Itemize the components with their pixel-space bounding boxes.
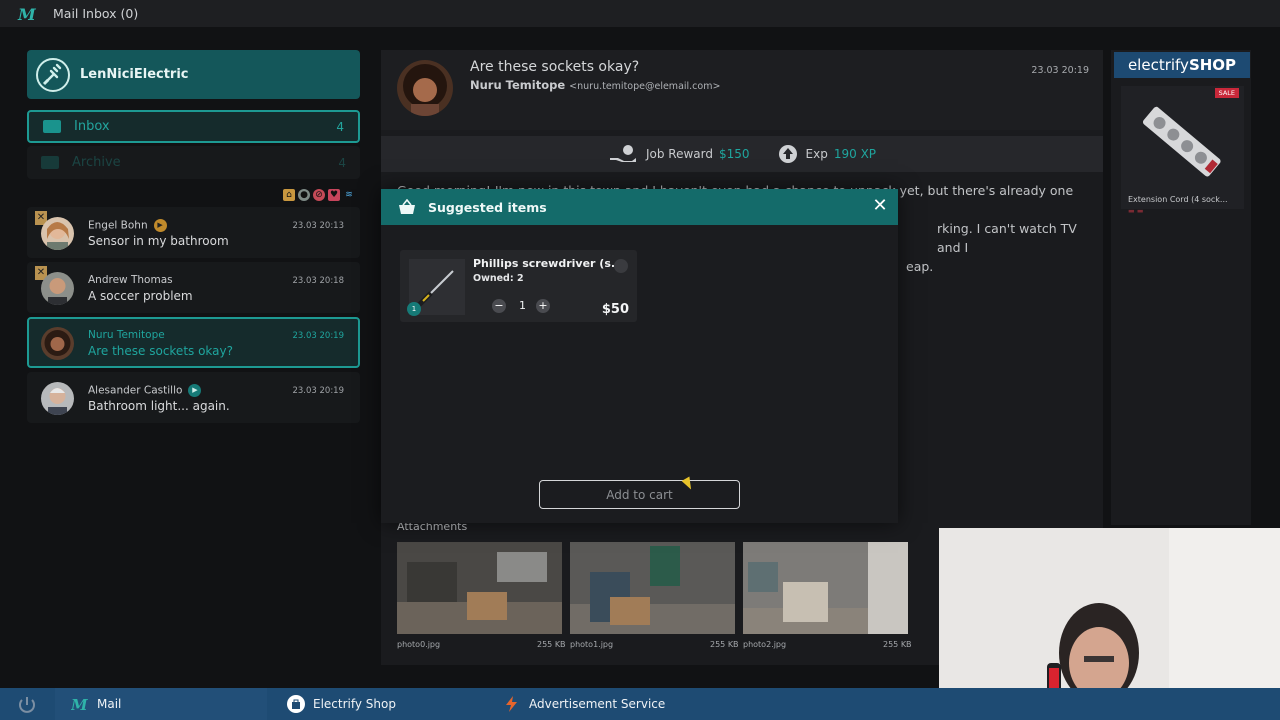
exp-reward: Exp 190 XP [778, 143, 876, 165]
wifi-filter-icon[interactable]: ≋ [343, 189, 355, 201]
mail-list-item[interactable]: ✕ Engel Bohn ▶ Sensor in my bathroom 23.0… [27, 207, 360, 258]
heart-filter-icon[interactable]: ♥ [328, 189, 340, 201]
avatar [41, 272, 74, 305]
attachment-thumbnail[interactable] [397, 542, 562, 634]
taskbar-label: Electrify Shop [313, 697, 396, 711]
item-price: $50 [601, 302, 629, 317]
select-checkbox[interactable] [614, 259, 628, 273]
shop-ad-panel: electrifySHOP SALE Extension Cord (4 soc… [1111, 50, 1251, 525]
window-title: Mail Inbox (0) [53, 6, 139, 21]
attachment-size: 255 KB [537, 640, 566, 649]
modal-title: Suggested items [428, 199, 547, 215]
mail-date: 23.03 20:19 [292, 331, 344, 341]
attachment-name: photo2.jpg [743, 640, 787, 649]
shop-product-card[interactable]: SALE [1121, 86, 1244, 209]
mail-list-item[interactable]: ✕ Andrew Thomas A soccer problem 23.03 2… [27, 262, 360, 313]
attachment-name: photo0.jpg [397, 640, 441, 649]
attachment-thumbnail[interactable] [570, 542, 735, 634]
increase-quantity-button[interactable]: + [536, 299, 550, 313]
reward-bar: Job Reward $150 Exp 190 XP [381, 136, 1103, 172]
folder-inbox[interactable]: Inbox 4 [27, 110, 360, 143]
taskbar-electrify-shop[interactable]: Electrify Shop [287, 688, 396, 720]
svg-text:M: M [17, 5, 37, 23]
mail-list-item-selected[interactable]: Nuru Temitope Are these sockets okay? 23… [27, 317, 360, 368]
taskbar-advertisement-service[interactable]: Advertisement Service [503, 688, 665, 720]
title-bar: M Mail Inbox (0) [0, 0, 1280, 27]
mail-sender: Alesander Castillo ▶ [88, 384, 202, 397]
item-owned-count: Owned: 2 [473, 273, 524, 284]
avatar [41, 382, 74, 415]
folder-label: Inbox [74, 119, 110, 134]
avatar [41, 327, 74, 360]
money-hand-icon [609, 145, 636, 162]
basket-icon [399, 199, 415, 214]
mail-subject: Sensor in my bathroom [88, 234, 229, 248]
company-brand: LenNiciElectric [27, 50, 360, 99]
mail-subject: Bathroom light... again. [88, 399, 230, 413]
envelope-icon [43, 120, 61, 133]
modal-header: Suggested items ✕ [381, 189, 898, 225]
level-up-icon [778, 145, 797, 163]
attachment-size: 255 KB [710, 640, 739, 649]
mail-date: 23.03 20:19 [292, 386, 344, 396]
mail-filter-icons: ⌂ ● ⊘ ♥ ≋ [283, 189, 355, 201]
sender-email: <nuru.temitope@elemail.com> [569, 81, 721, 92]
extension-cord-image [1142, 106, 1221, 177]
attachment-size: 255 KB [883, 640, 912, 649]
mail-subject: A soccer problem [88, 289, 193, 303]
mail-header: Are these sockets okay? Nuru Temitope <nu… [381, 50, 1103, 130]
shop-bag-icon [287, 695, 305, 713]
svg-text:M: M [71, 696, 88, 713]
plug-logo-icon [36, 57, 70, 92]
add-to-cart-button[interactable]: Add to cart [539, 480, 740, 509]
mail-sender: Andrew Thomas [88, 274, 173, 286]
suggested-item-card[interactable]: 1 Phillips screwdriver (s... Owned: 2 − … [400, 250, 637, 322]
soccer-filter-icon[interactable]: ● [298, 189, 310, 201]
electrify-shop-logo[interactable]: electrifySHOP [1114, 52, 1250, 78]
mail-date: 23.03 20:19 [1031, 65, 1089, 76]
mail-app-logo-icon: M [16, 5, 38, 23]
quantity-value: 1 [519, 299, 526, 312]
mail-sender: Nuru Temitope [88, 329, 165, 341]
play-badge-icon: ▶ [188, 384, 202, 397]
decrease-quantity-button[interactable]: − [492, 299, 506, 313]
taskbar-label: Mail [97, 697, 122, 711]
company-name: LenNiciElectric [80, 67, 189, 82]
mail-date: 23.03 20:18 [292, 276, 344, 286]
quantity-badge: 1 [407, 302, 421, 316]
close-icon[interactable]: ✕ [871, 197, 889, 215]
desktop: M Mail Inbox (0) LenNiciElectric Inbox 4… [0, 0, 1280, 720]
priority-badge-icon: ▶ [153, 219, 167, 232]
mail-subject-heading: Are these sockets okay? [470, 59, 640, 75]
attachment-name: photo1.jpg [570, 640, 614, 649]
folder-archive[interactable]: Archive 4 [27, 146, 360, 179]
item-name: Phillips screwdriver (s... [473, 257, 624, 270]
mail-subject: Are these sockets okay? [88, 344, 233, 358]
taskbar-label: Advertisement Service [529, 697, 666, 711]
attachment-thumbnail[interactable] [743, 542, 908, 634]
mail-from: Nuru Temitope <nuru.temitope@elemail.com> [470, 78, 721, 92]
power-icon[interactable] [16, 694, 38, 716]
sender-avatar [397, 60, 453, 116]
blocked-filter-icon[interactable]: ⊘ [313, 189, 325, 201]
avatar [41, 217, 74, 250]
mail-list-item[interactable]: Alesander Castillo ▶ Bathroom light... ag… [27, 372, 360, 423]
taskbar-mail[interactable]: M Mail [55, 688, 267, 720]
shop-product-name: Extension Cord (4 sock... [1128, 195, 1228, 204]
folder-count: 4 [338, 155, 346, 170]
folder-count: 4 [336, 119, 344, 134]
suggested-items-modal: Suggested items ✕ 1 Phillips screwdriver… [381, 189, 898, 523]
mail-date: 23.03 20:13 [292, 221, 344, 231]
archive-icon [41, 156, 59, 169]
house-filter-icon[interactable]: ⌂ [283, 189, 295, 201]
taskbar: M Mail Electrify Shop Advertisement Serv… [0, 688, 1280, 720]
lightning-icon [503, 695, 521, 713]
folder-label: Archive [72, 155, 121, 170]
mail-sender: Engel Bohn ▶ [88, 219, 167, 232]
job-reward: Job Reward $150 [608, 143, 750, 165]
mail-app-icon: M [71, 695, 89, 713]
shop-price-placeholder: ▬ ▬ [1128, 207, 1144, 215]
